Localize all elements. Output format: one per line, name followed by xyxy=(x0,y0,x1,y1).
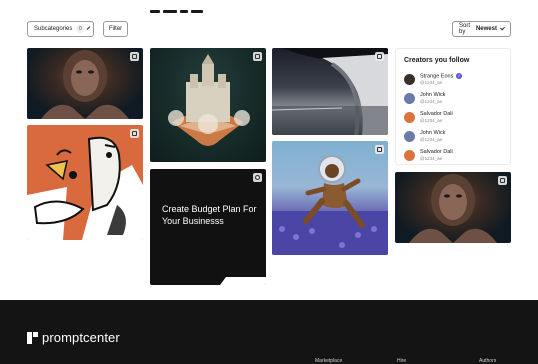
sort-value: Newest xyxy=(475,26,497,32)
creators-you-follow-panel: Creators you follow Strange Eons ✓ @1234_… xyxy=(395,48,511,165)
promo-background xyxy=(220,277,266,285)
creator-name: John Wick xyxy=(420,92,446,98)
promptcenter-logo-icon xyxy=(27,331,38,344)
avatar xyxy=(404,131,415,142)
promo-title: Create Budget Plan For Your Businesss xyxy=(162,204,257,226)
creators-heading: Creators you follow xyxy=(404,57,470,64)
footer: promptcenter Marketplace Hire Authors xyxy=(0,300,538,364)
bookmark-icon[interactable] xyxy=(498,176,507,185)
bookmark-icon[interactable] xyxy=(130,52,139,61)
sort-prefix: Sort by xyxy=(459,23,471,35)
creator-handle: @1234_ae xyxy=(420,137,443,142)
illustration-image xyxy=(27,136,143,240)
prompt-card-monkey[interactable] xyxy=(272,141,388,255)
brand-name: promptcenter xyxy=(42,330,120,345)
prompt-card-architecture[interactable] xyxy=(272,48,388,135)
creator-item[interactable]: John Wick @1234_ae xyxy=(404,127,502,146)
footer-link-authors[interactable]: Authors xyxy=(479,358,496,364)
prompt-card-portrait[interactable] xyxy=(395,172,511,243)
avatar xyxy=(404,74,415,85)
creator-handle: @1234_ae xyxy=(420,156,443,161)
prompt-card-portrait[interactable] xyxy=(27,48,143,119)
portrait-image xyxy=(41,50,129,119)
chevron-down-icon xyxy=(87,26,91,30)
prompt-card-illustration[interactable] xyxy=(27,125,143,240)
creator-item[interactable]: Salvador Dali @1234_ae xyxy=(404,108,502,127)
creator-name: Salvador Dali xyxy=(420,149,453,155)
bookmark-icon[interactable] xyxy=(375,52,384,61)
verified-icon: ✓ xyxy=(456,72,463,79)
subcategories-count-badge: 0 xyxy=(76,25,85,33)
creator-item[interactable]: Salvador Dali @1234_ae xyxy=(404,146,502,165)
avatar xyxy=(404,93,415,104)
creator-name: John Wick xyxy=(420,130,446,136)
creator-name: Salvador Dali xyxy=(420,111,453,117)
sort-dropdown[interactable]: Sort by Newest xyxy=(452,21,511,37)
creator-handle: @1234_ae xyxy=(420,80,443,86)
bookmark-icon[interactable] xyxy=(375,145,384,154)
brand-logo[interactable]: promptcenter xyxy=(27,330,120,345)
creator-handle: @1234_ae xyxy=(420,99,443,104)
monkey-image xyxy=(272,155,388,255)
bookmark-icon[interactable] xyxy=(253,52,262,61)
prompt-card-castle[interactable] xyxy=(150,48,266,162)
footer-link-marketplace[interactable]: Marketplace xyxy=(315,358,342,364)
avatar xyxy=(404,150,415,161)
filter-label: Filter xyxy=(108,26,123,32)
creator-handle: @1234_ae xyxy=(420,118,443,123)
architecture-image xyxy=(272,48,388,135)
subcategories-label: Subcategories xyxy=(34,26,73,32)
creator-name: Strange Eons xyxy=(420,73,454,80)
creator-item[interactable]: John Wick @1234_ae xyxy=(404,89,502,108)
chevron-down-icon xyxy=(499,25,505,31)
creator-item[interactable]: Strange Eons ✓ @1234_ae xyxy=(404,70,502,89)
filter-button[interactable]: Filter xyxy=(103,21,128,37)
toolbar: Subcategories 0 Filter Sort by Newest xyxy=(0,0,538,44)
avatar xyxy=(404,112,415,123)
options-icon[interactable] xyxy=(253,173,262,182)
promo-card[interactable]: Create Budget Plan For Your Businesss xyxy=(150,169,266,285)
castle-image xyxy=(168,54,250,146)
portrait-image xyxy=(409,174,497,243)
bookmark-icon[interactable] xyxy=(130,129,139,138)
subcategories-dropdown[interactable]: Subcategories 0 xyxy=(27,21,94,37)
footer-link-hire[interactable]: Hire xyxy=(397,358,406,364)
